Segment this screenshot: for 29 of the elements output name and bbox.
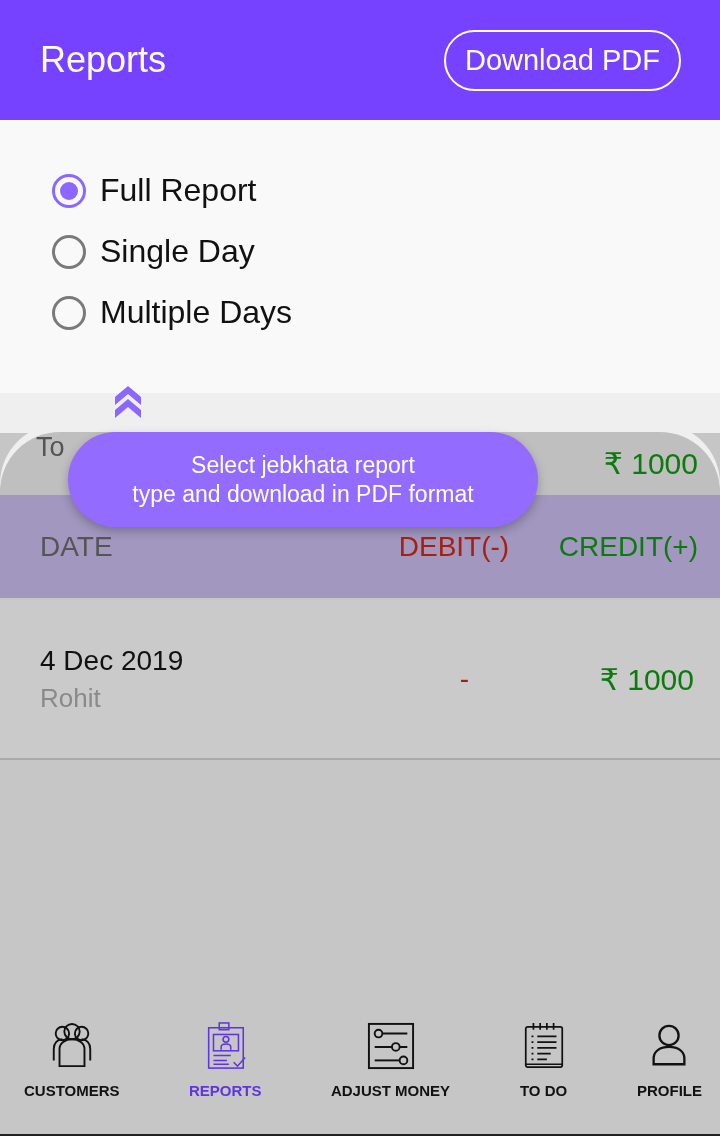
credit-amount: ₹ 1000 (599, 661, 694, 697)
column-header: DATE (40, 530, 114, 563)
sliders-icon (366, 1022, 415, 1070)
radio-option[interactable]: Single Day (52, 233, 668, 270)
radio-label: Full Report (100, 172, 257, 209)
radio-button[interactable] (52, 295, 86, 330)
nav-tab[interactable]: REPORTS (189, 1022, 262, 1134)
total-label: To (36, 434, 65, 461)
column-header: DEBIT(-) (398, 530, 511, 563)
radio-label: Single Day (100, 233, 255, 270)
tooltip-text: Select jebkhata report type and download in PDF format (132, 450, 474, 509)
transaction-row[interactable]: 4 Dec 2019 Rohit - ₹ 1000 (0, 600, 720, 760)
radio-option[interactable]: Full Report (52, 172, 668, 209)
nav-tab[interactable]: CUSTOMERS (24, 1022, 120, 1134)
nav-tab[interactable]: TO DO (519, 1022, 568, 1134)
page-title: Reports (40, 39, 167, 81)
column-header: CREDIT(+) (558, 530, 698, 563)
radio-button[interactable] (52, 173, 86, 208)
radio-option[interactable]: Multiple Days (52, 294, 668, 331)
transaction-date: 4 Dec 2019 (40, 644, 185, 677)
total-amount: ₹ 1000 (603, 446, 698, 481)
nav-tab[interactable]: ADJUST MONEY (330, 1022, 451, 1134)
nav-tab[interactable]: PROFILE (636, 1022, 702, 1134)
download-pdf-button[interactable]: Download PDF (443, 29, 681, 91)
customer-name: Rohit (40, 682, 102, 714)
radio-label: Multiple Days (100, 294, 293, 331)
double-chevron-up-icon (115, 386, 141, 418)
radio-button[interactable] (52, 234, 86, 269)
debit-amount: - (458, 663, 471, 695)
